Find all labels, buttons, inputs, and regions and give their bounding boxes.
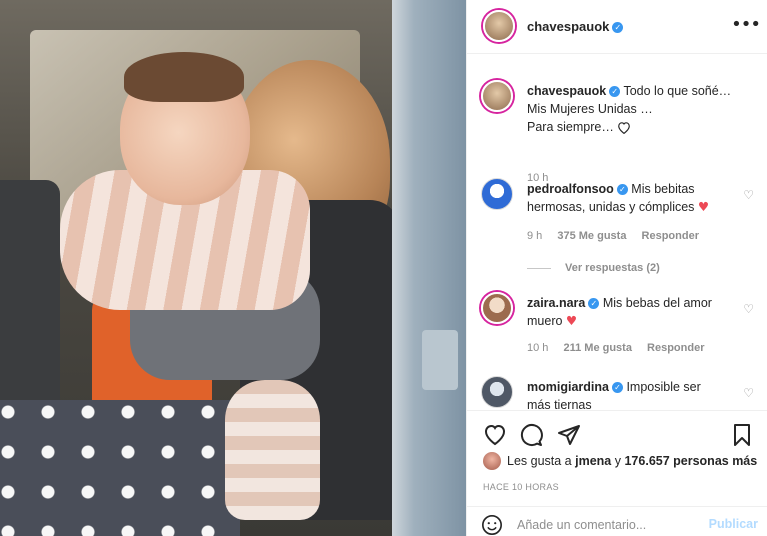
comment-text: pedroalfonsoo ✓ Mis bebitas hermosas, uni… bbox=[527, 180, 735, 216]
commenter-username[interactable]: pedroalfonsoo bbox=[527, 182, 614, 196]
comment-time: 9 h bbox=[527, 230, 543, 242]
door-handle bbox=[422, 330, 458, 390]
comment-input[interactable] bbox=[517, 516, 697, 534]
caption-line-1: Todo lo que soñé… bbox=[623, 84, 732, 98]
post-photo[interactable] bbox=[0, 0, 466, 536]
commenter-avatar[interactable] bbox=[481, 376, 513, 408]
add-comment-bar: Publicar bbox=[467, 506, 767, 536]
author-username[interactable]: chavespauok ✓ bbox=[527, 19, 624, 34]
comment-meta: 9 h 375 Me gusta Responder bbox=[527, 230, 711, 242]
likes-prefix: Les gusta a bbox=[507, 454, 572, 468]
commenter-username[interactable]: momigiardina bbox=[527, 380, 609, 394]
emoji-smiley-icon[interactable] bbox=[481, 514, 503, 536]
likes-middle: y bbox=[614, 454, 621, 468]
verified-badge-icon: ✓ bbox=[588, 298, 600, 310]
post-side-panel: chavespauok ✓ ••• chavespauok ✓ Todo lo qu… bbox=[466, 0, 767, 536]
commenter-avatar[interactable] bbox=[481, 178, 513, 210]
more-options-icon[interactable]: ••• bbox=[731, 14, 761, 35]
comment-likes-count[interactable]: 375 Me gusta bbox=[557, 230, 626, 242]
share-paper-plane-icon[interactable] bbox=[557, 423, 581, 447]
comment-meta: 10 h 211 Me gusta Responder bbox=[527, 342, 717, 354]
post-time-ago[interactable]: HACE 10 HORAS bbox=[483, 482, 559, 492]
baby-hair bbox=[124, 52, 244, 102]
verified-badge-icon: ✓ bbox=[609, 86, 621, 98]
comment-line-2: muero bbox=[527, 314, 563, 328]
comment-time: 10 h bbox=[527, 342, 549, 354]
comment-line-2: hermosas, unidas y cómplices bbox=[527, 200, 695, 214]
commenter-avatar[interactable] bbox=[481, 292, 513, 324]
liker-avatar[interactable] bbox=[483, 452, 501, 470]
caption-line-3: Para siempre… bbox=[527, 120, 614, 134]
comments-list[interactable]: chavespauok ✓ Todo lo que soñé… Mis Mujer… bbox=[467, 54, 767, 409]
like-heart-icon[interactable] bbox=[483, 423, 507, 447]
verified-badge-icon: ✓ bbox=[616, 184, 628, 196]
caption-author-avatar[interactable] bbox=[481, 80, 513, 112]
caption-text: chavespauok ✓ Todo lo que soñé… Mis Mujer… bbox=[527, 82, 735, 139]
view-replies-button[interactable]: Ver respuestas (2) bbox=[527, 262, 660, 274]
commenter-username[interactable]: zaira.nara bbox=[527, 296, 585, 310]
reply-button[interactable]: Responder bbox=[642, 230, 699, 242]
first-liker[interactable]: jmena bbox=[575, 454, 611, 468]
likes-summary: Les gusta a jmena y 176.657 personas más bbox=[483, 452, 757, 470]
verified-badge-icon: ✓ bbox=[611, 382, 623, 394]
car-door-frame bbox=[392, 0, 466, 536]
verified-badge-icon: ✓ bbox=[612, 22, 624, 34]
heart-outline-icon bbox=[617, 121, 631, 139]
comment-like-heart-icon[interactable]: ♡ bbox=[743, 188, 754, 202]
post-header: chavespauok ✓ ••• bbox=[467, 0, 767, 54]
caption-author[interactable]: chavespauok bbox=[527, 84, 606, 98]
save-bookmark-icon[interactable] bbox=[730, 423, 754, 447]
comment-text: momigiardina ✓ Imposible ser más tiernas bbox=[527, 378, 735, 409]
likes-count[interactable]: 176.657 personas más bbox=[624, 454, 757, 468]
red-heart-emoji-icon: ♥ bbox=[565, 313, 578, 328]
comment-line-1: Mis bebitas bbox=[631, 182, 695, 196]
comment-line-1: Imposible ser bbox=[626, 380, 701, 394]
caption-line-2: Mis Mujeres Unidas … bbox=[527, 102, 653, 116]
comment-bubble-icon[interactable] bbox=[519, 423, 543, 447]
patterned-leggings bbox=[0, 400, 240, 536]
publish-button[interactable]: Publicar bbox=[709, 517, 758, 531]
red-heart-emoji-icon: ♥ bbox=[697, 199, 710, 214]
comment-line-1: Mis bebas del amor bbox=[602, 296, 712, 310]
comment-likes-count[interactable]: 211 Me gusta bbox=[563, 342, 631, 354]
comment-line-2: más tiernas bbox=[527, 398, 592, 409]
comment-text: zaira.nara ✓ Mis bebas del amor muero ♥ bbox=[527, 294, 735, 330]
reply-button[interactable]: Responder bbox=[647, 342, 704, 354]
action-bar bbox=[467, 410, 767, 456]
baby-leg bbox=[225, 380, 320, 520]
comment-like-heart-icon[interactable]: ♡ bbox=[743, 386, 754, 400]
comment-like-heart-icon[interactable]: ♡ bbox=[743, 302, 754, 316]
author-avatar[interactable] bbox=[483, 10, 515, 42]
